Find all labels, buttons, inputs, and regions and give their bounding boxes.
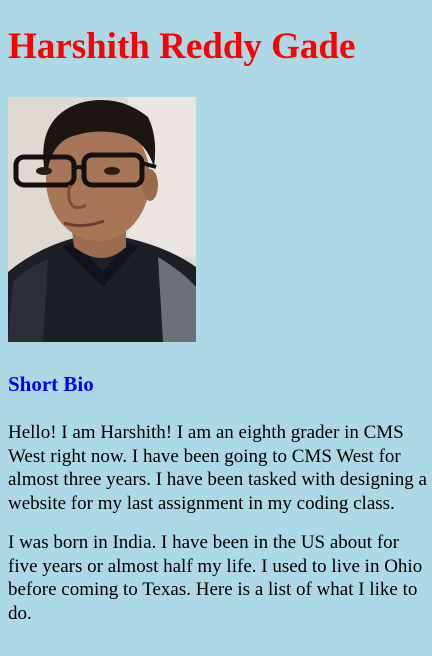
bio-section: Hello! I am Harshith! I am an eighth gra… — [8, 421, 428, 641]
page: Harshith Reddy Gade Short Bio Hello! I a… — [0, 0, 432, 656]
bio-heading: Short Bio — [8, 372, 94, 396]
bio-paragraph-2: I was born in India. I have been in the … — [8, 532, 423, 624]
portrait-illustration — [8, 97, 196, 342]
page-title: Harshith Reddy Gade — [8, 26, 356, 67]
portrait-photo — [8, 97, 196, 342]
bio-paragraph-1: Hello! I am Harshith! I am an eighth gra… — [8, 422, 427, 514]
